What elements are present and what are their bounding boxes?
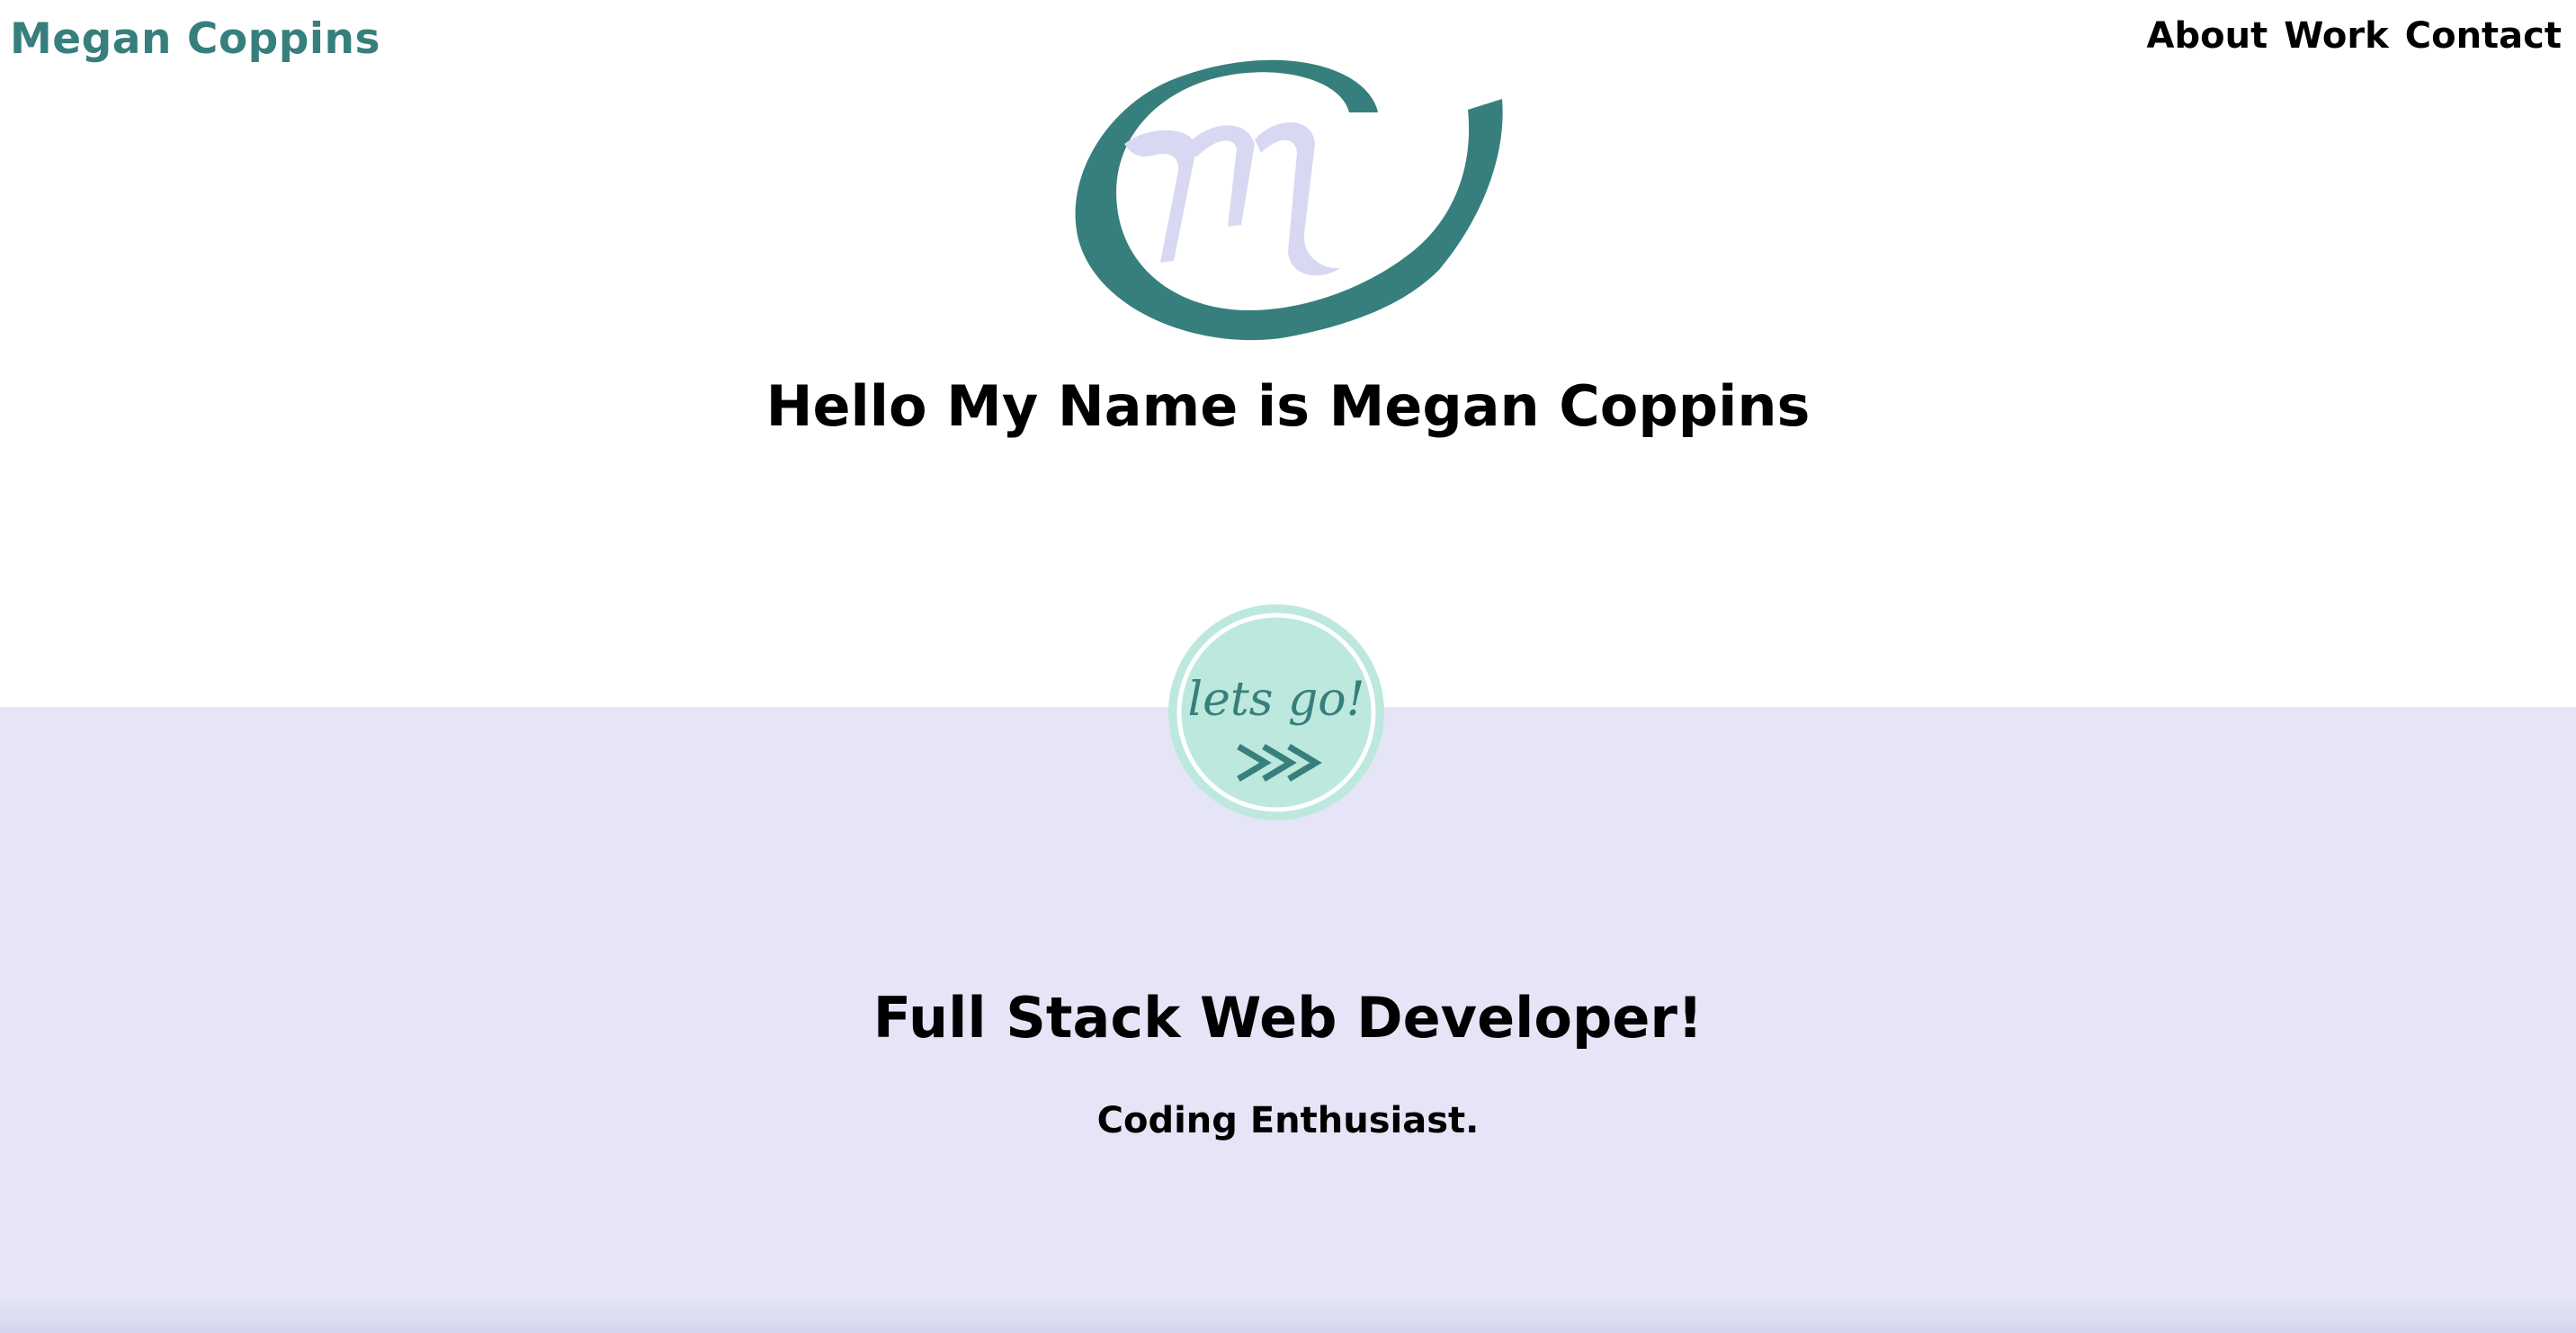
monogram-logo xyxy=(1052,45,1520,351)
lets-go-badge: lets go! xyxy=(1168,604,1384,820)
nav-contact-link[interactable]: Contact xyxy=(2405,11,2562,61)
logo-letter-m xyxy=(1124,122,1340,276)
nav-work-link[interactable]: Work xyxy=(2284,11,2389,61)
logo-swoosh xyxy=(1075,59,1503,341)
main-nav: About Work Contact xyxy=(2147,11,2562,61)
brand-link[interactable]: Megan Coppins xyxy=(10,13,380,67)
tagline: Coding Enthusiast. xyxy=(1096,1100,1480,1141)
monogram-logo-graphic xyxy=(1075,59,1503,341)
lets-go-button[interactable]: lets go! xyxy=(1167,603,1386,822)
hero-title: Hello My Name is Megan Coppins xyxy=(765,373,1811,439)
lets-go-text: lets go! xyxy=(1187,673,1364,727)
nav-about-link[interactable]: About xyxy=(2147,11,2268,61)
role-heading: Full Stack Web Developer! xyxy=(872,985,1704,1051)
page: Megan Coppins About Work Contact Hello M… xyxy=(0,0,2576,1333)
